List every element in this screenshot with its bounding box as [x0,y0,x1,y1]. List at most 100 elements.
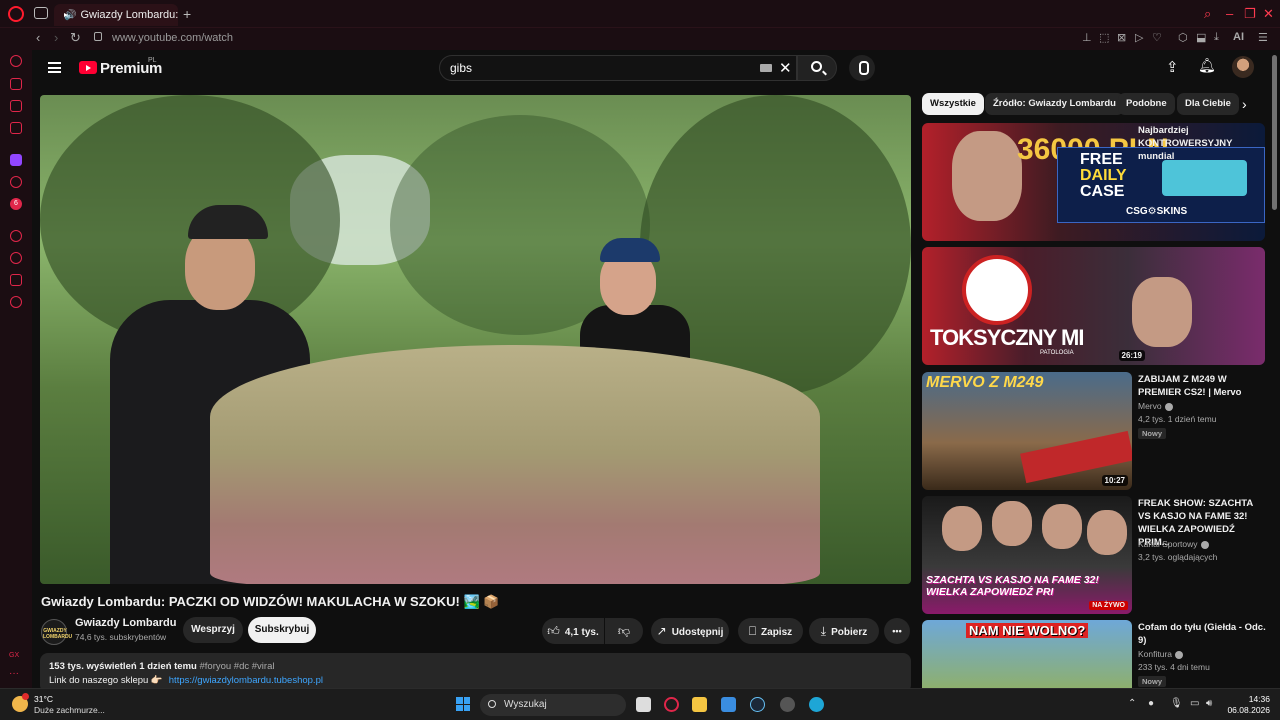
adblock-icon[interactable]: ⊠ [1117,31,1126,44]
hamburger-menu-icon[interactable] [48,62,61,73]
ai-button[interactable]: AI [1233,31,1244,43]
pin-icon[interactable]: ⊥ [1082,31,1092,44]
maximize-button[interactable]: ❐ [1244,6,1256,22]
channel-name[interactable]: Gwiazdy Lombardu [75,617,176,629]
video-thumbnail[interactable]: SZACHTA VS KASJO NA FAME 32! WIELKA ZAPO… [922,496,1132,614]
menu-icon[interactable]: ☰ [1258,31,1268,44]
share-button[interactable]: ↗ Udostępnij [651,618,729,644]
dislike-button[interactable]: 👎︎ [605,618,643,644]
video-thumbnail[interactable]: NAM NIE WOLNO? [922,620,1132,688]
shortcuts-icon[interactable] [10,176,22,188]
tab-overview-icon[interactable] [34,7,48,19]
extensions-icon[interactable]: ⬡ [1178,31,1188,44]
reload-button[interactable]: ↻ [70,30,81,46]
keyboard-icon[interactable] [760,64,772,72]
youtube-masthead: Premium PL gibs ✕ ⇪ 🔔︎ [32,50,1280,90]
duration-badge: 26:19 [1118,350,1145,361]
wallet-icon[interactable]: ⬓ [1196,31,1206,44]
save-button[interactable]: ⎕ Zapisz [738,618,803,644]
youtube-logo-icon[interactable] [79,61,97,74]
chevron-right-icon[interactable]: › [1242,96,1247,112]
chip-for-you[interactable]: Dla Ciebie [1177,93,1239,115]
back-button[interactable]: ‹ [36,30,40,45]
windows-start-icon[interactable] [456,697,470,711]
lock-icon[interactable] [94,32,102,41]
shop-link[interactable]: https://gwiazdylombardu.tubeshop.pl [169,675,323,686]
notifications-bell-icon[interactable]: 🔔︎ [1198,57,1216,74]
temperature[interactable]: 31°C [34,694,53,704]
verified-icon [1200,540,1209,549]
chip-source[interactable]: Źródło: Gwiazdy Lombardu [985,93,1124,115]
player-icon[interactable]: ▷ [1135,31,1143,44]
more-actions-button[interactable]: ••• [884,618,910,644]
search-button[interactable] [797,55,837,81]
download-button[interactable]: ⤓ Pobierz [809,618,879,644]
recommendation-item[interactable]: MERVO Z M249 10:27 ZABIJAM Z M249 W PREM… [922,372,1267,490]
search-input[interactable]: gibs [439,55,797,81]
new-tab-button[interactable]: + [183,6,191,22]
tray-app-icon[interactable]: ● [1148,698,1154,709]
weather-description[interactable]: Duże zachmurze... [34,705,105,715]
heart-icon[interactable]: ♡ [1152,31,1162,44]
search-tabs-icon[interactable]: ⌕ [1204,6,1211,22]
browser-tab-active[interactable]: 🔊 Gwiazdy Lombardu: PA [54,4,178,26]
rec-channel: Mervo [1138,401,1173,411]
fighter-face [1042,504,1082,549]
minimize-button[interactable]: – [1226,6,1233,21]
join-button[interactable]: Wesprzyj [183,617,243,643]
snapshot-icon[interactable]: ⬚ [1099,31,1109,44]
settings-icon[interactable] [10,296,22,308]
video-player[interactable] [40,95,911,584]
close-window-button[interactable]: ✕ [1263,6,1274,22]
news-icon[interactable] [10,122,22,134]
taskbar-search[interactable]: Wyszukaj [480,694,626,716]
subscribe-button[interactable]: Subskrybuj [248,617,316,643]
rec-title[interactable]: ZABIJAM Z M249 W PREMIER CS2! | Mervo [1138,373,1266,399]
edge-icon[interactable] [809,697,824,712]
chip-similar[interactable]: Podobne [1118,93,1175,115]
description-box[interactable]: 153 tys. wyświetleń 1 dzień temu #foryou… [40,653,911,693]
pinboard-icon[interactable] [10,274,22,286]
video-thumbnail[interactable]: TOKSYCZNY MI PATOLOGIA 26:19 [922,247,1265,365]
page-scrollbar[interactable] [1272,55,1277,210]
tray-chevron-icon[interactable]: ⌃ [1128,698,1136,709]
opera-logo-icon[interactable] [8,6,24,22]
verified-icon [1175,650,1184,659]
steam-icon[interactable] [750,697,765,712]
microphone-icon[interactable]: 🎙︎ [1170,698,1183,709]
taskbar-clock[interactable]: 14:36 06.08.2026 [1222,694,1270,716]
app-icon[interactable] [780,697,795,712]
rec-title[interactable]: Cofam do tyłu (Giełda - Odc. 9) [1138,621,1266,647]
history-icon[interactable] [10,252,22,264]
description-text: Link do naszego sklepu 👉🏻 [49,675,163,686]
chip-all[interactable]: Wszystkie [922,93,984,115]
opera-gx-taskbar-icon[interactable] [664,697,679,712]
channel-avatar[interactable]: GWIAZDY LOMBARDU [41,619,72,645]
messenger-icon[interactable] [10,100,22,112]
url-field[interactable]: www.youtube.com/watch [112,32,233,44]
store-icon[interactable] [721,697,736,712]
voice-search-button[interactable] [849,55,875,81]
shopping-icon[interactable] [10,78,22,90]
like-button[interactable]: 👍︎ 4,1 tys. [542,618,604,644]
recommendation-item[interactable]: TOKSYCZNY MI PATOLOGIA 26:19 [922,247,1267,365]
refresh-icon[interactable] [10,55,22,67]
network-icon[interactable]: ▭ [1190,698,1199,709]
player-sidebar-icon[interactable] [10,230,22,242]
forward-button[interactable]: › [54,30,58,45]
twitch-icon[interactable] [10,154,22,166]
clear-search-icon[interactable]: ✕ [779,59,792,77]
avatar[interactable] [1232,56,1254,78]
upload-icon[interactable]: ⇪ [1166,58,1179,76]
more-icon[interactable]: ··· [9,668,19,679]
verified-icon [1164,402,1173,411]
recommendation-item[interactable]: NAM NIE WOLNO? Cofam do tyłu (Giełda - O… [922,620,1267,688]
video-thumbnail[interactable]: MERVO Z M249 10:27 [922,372,1132,490]
ad-title[interactable]: Najbardziej KONTROWERSYJNY mundial [1138,124,1268,163]
volume-icon[interactable]: 🔊︎ [1206,698,1212,709]
download-icon[interactable]: ⤓ [1214,31,1219,44]
hashtags[interactable]: #foryou #dc #viral [199,661,274,672]
task-view-icon[interactable] [636,697,651,712]
recommendation-item[interactable]: SZACHTA VS KASJO NA FAME 32! WIELKA ZAPO… [922,496,1267,614]
file-explorer-icon[interactable] [692,697,707,712]
